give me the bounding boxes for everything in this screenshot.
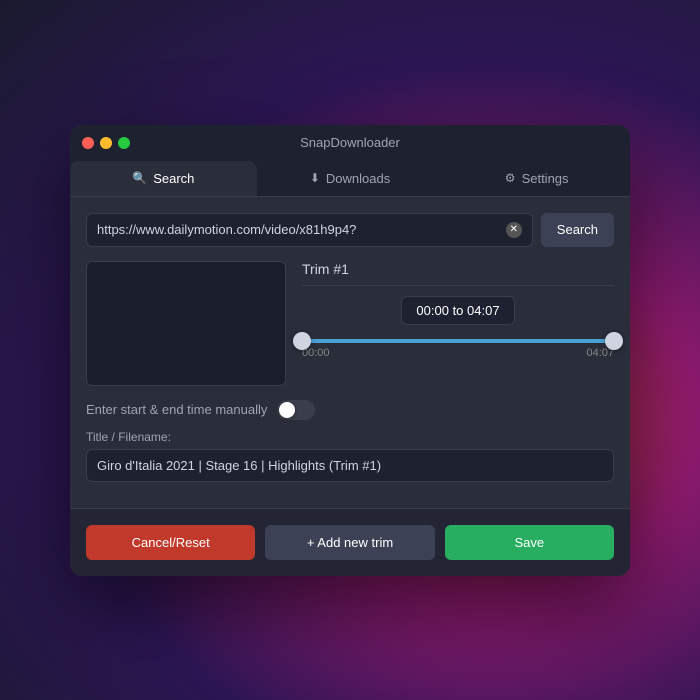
search-bar: ✕ Search [86, 213, 614, 247]
tab-search[interactable]: 🔍 Search [70, 161, 257, 196]
clear-button[interactable]: ✕ [506, 222, 522, 238]
filename-input[interactable] [86, 449, 614, 482]
slider-thumb-left[interactable] [293, 332, 311, 350]
app-title: SnapDownloader [300, 135, 400, 150]
main-content: ✕ Search Trim #1 00:00 to 04:07 [70, 197, 630, 508]
trim-panel: Trim #1 00:00 to 04:07 00:00 04:07 [302, 261, 614, 386]
video-thumbnail [86, 261, 286, 386]
tab-settings[interactable]: ⚙ Settings [443, 161, 630, 196]
traffic-lights [82, 137, 130, 149]
tab-settings-label: Settings [522, 171, 569, 186]
video-area: Trim #1 00:00 to 04:07 00:00 04:07 [86, 261, 614, 386]
maximize-button[interactable] [118, 137, 130, 149]
add-trim-button[interactable]: + Add new trim [265, 525, 434, 560]
close-button[interactable] [82, 137, 94, 149]
settings-tab-icon: ⚙ [505, 171, 516, 185]
toggle-knob [279, 402, 295, 418]
app-window: SnapDownloader 🔍 Search ⬇ Downloads ⚙ Se… [70, 125, 630, 576]
slider-thumb-right[interactable] [605, 332, 623, 350]
cancel-reset-button[interactable]: Cancel/Reset [86, 525, 255, 560]
downloads-tab-icon: ⬇ [310, 171, 320, 185]
trim-time-display: 00:00 to 04:07 [401, 296, 514, 325]
manual-toggle-switch[interactable] [277, 400, 315, 420]
bottom-bar: Cancel/Reset + Add new trim Save [70, 508, 630, 576]
trim-slider[interactable]: 00:00 04:07 [302, 339, 614, 359]
minimize-button[interactable] [100, 137, 112, 149]
tab-search-label: Search [153, 171, 194, 186]
save-button[interactable]: Save [445, 525, 614, 560]
tab-bar: 🔍 Search ⬇ Downloads ⚙ Settings [70, 161, 630, 197]
filename-label: Title / Filename: [86, 430, 614, 444]
tab-downloads[interactable]: ⬇ Downloads [257, 161, 444, 196]
tab-downloads-label: Downloads [326, 171, 390, 186]
search-tab-icon: 🔍 [132, 171, 147, 185]
slider-fill [302, 339, 614, 343]
slider-labels: 00:00 04:07 [302, 347, 614, 359]
trim-title: Trim #1 [302, 261, 614, 286]
url-input[interactable] [97, 222, 506, 237]
slider-track [302, 339, 614, 343]
search-button[interactable]: Search [541, 213, 614, 247]
manual-toggle-label: Enter start & end time manually [86, 402, 267, 417]
titlebar: SnapDownloader [70, 125, 630, 161]
manual-toggle-row: Enter start & end time manually [86, 400, 614, 420]
filename-section: Title / Filename: [86, 430, 614, 482]
url-input-wrapper: ✕ [86, 213, 533, 247]
